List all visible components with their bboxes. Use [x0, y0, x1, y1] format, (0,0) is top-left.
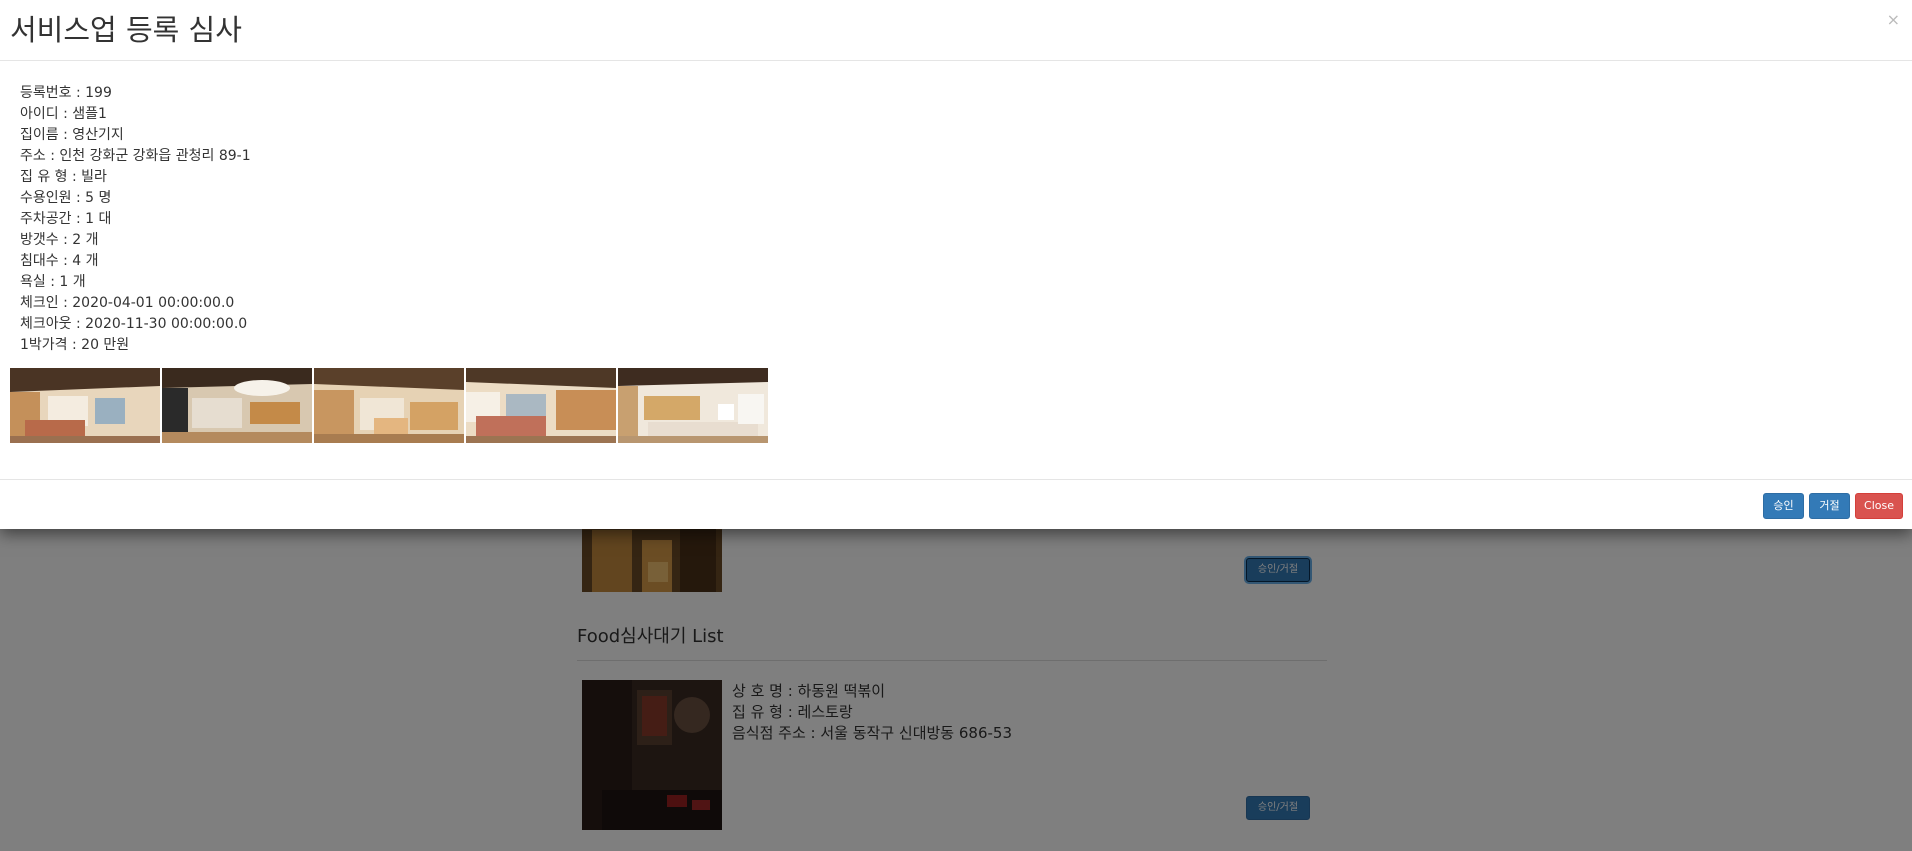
approve-button[interactable]: 승인 — [1763, 493, 1804, 519]
detail-user-id: 아이디 : 샘플1 — [20, 106, 107, 122]
house-photo — [10, 368, 160, 443]
detail-checkin: 체크인 : 2020-04-01 00:00:00.0 — [20, 295, 235, 311]
detail-parking: 주차공간 : 1 대 — [20, 211, 112, 227]
close-icon[interactable]: × — [1887, 12, 1900, 28]
house-photo — [162, 368, 312, 443]
house-photo — [466, 368, 616, 443]
review-modal: 서비스업 등록 심사 × 등록번호 : 199 아이디 : 샘플1 집이름 : … — [0, 0, 1912, 529]
detail-price: 1박가격 : 20 만원 — [20, 337, 130, 353]
close-button[interactable]: Close — [1855, 493, 1903, 519]
reject-button[interactable]: 거절 — [1809, 493, 1850, 519]
registration-details: 등록번호 : 199 아이디 : 샘플1 집이름 : 영산기지 주소 : 인천 … — [20, 83, 251, 356]
detail-beds: 침대수 : 4 개 — [20, 253, 99, 269]
detail-address: 주소 : 인천 강화군 강화읍 관청리 89-1 — [20, 148, 251, 164]
house-photos — [10, 368, 768, 443]
modal-header: 서비스업 등록 심사 × — [0, 0, 1912, 61]
house-photo — [314, 368, 464, 443]
detail-rooms: 방갯수 : 2 개 — [20, 232, 99, 248]
modal-body: 등록번호 : 199 아이디 : 샘플1 집이름 : 영산기지 주소 : 인천 … — [0, 61, 1912, 479]
house-photo — [618, 368, 768, 443]
detail-house-type: 집 유 형 : 빌라 — [20, 169, 107, 185]
detail-checkout: 체크아웃 : 2020-11-30 00:00:00.0 — [20, 316, 248, 332]
detail-house-name: 집이름 : 영산기지 — [20, 127, 124, 143]
modal-footer: 승인 거절 Close — [0, 479, 1912, 529]
detail-capacity: 수용인원 : 5 명 — [20, 190, 112, 206]
modal-title: 서비스업 등록 심사 — [10, 13, 242, 47]
detail-registration-number: 등록번호 : 199 — [20, 85, 112, 101]
detail-bathrooms: 욕실 : 1 개 — [20, 274, 86, 290]
